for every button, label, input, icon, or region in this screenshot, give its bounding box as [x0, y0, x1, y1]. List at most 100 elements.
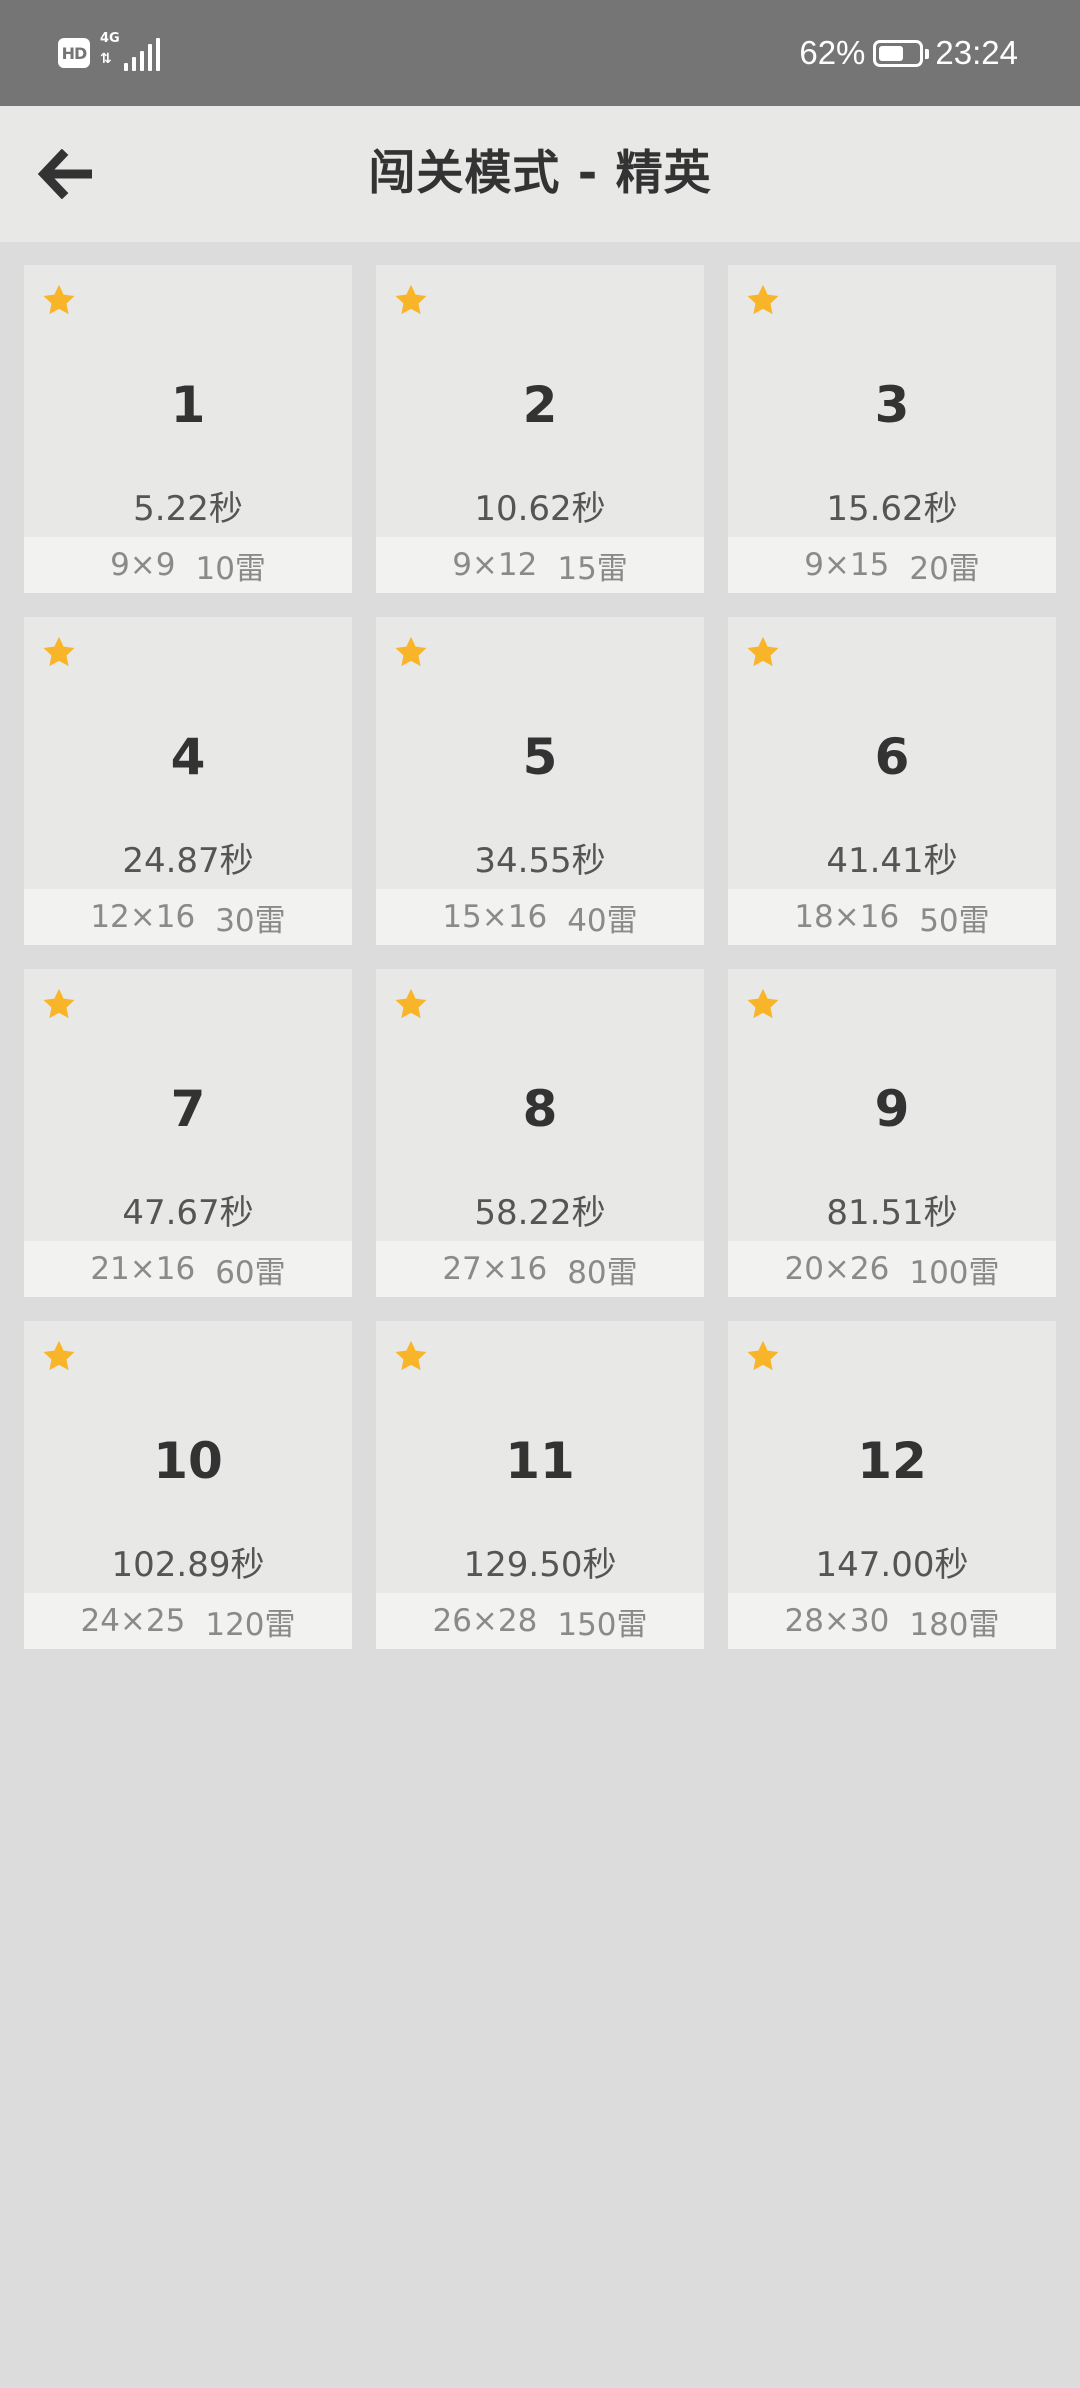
level-card[interactable]: 2 10.62秒 9×12 15雷 [376, 265, 704, 593]
board-size: 18×16 [794, 899, 900, 935]
level-number: 11 [505, 1432, 575, 1490]
board-size: 20×26 [784, 1251, 890, 1287]
board-size: 27×16 [442, 1251, 548, 1287]
level-number: 7 [170, 1080, 206, 1138]
battery-tip [925, 48, 930, 59]
board-size: 9×15 [804, 547, 890, 583]
mine-count: 120雷 [205, 1606, 296, 1643]
level-card[interactable]: 3 15.62秒 9×15 20雷 [728, 265, 1056, 593]
level-number: 1 [170, 376, 206, 434]
battery-percentage: 62% [799, 34, 866, 71]
level-spec: 21×16 60雷 [24, 1241, 352, 1297]
star-icon [395, 988, 427, 1019]
board-size: 9×9 [110, 547, 176, 583]
mine-count: 150雷 [557, 1606, 648, 1643]
mine-count: 80雷 [567, 1254, 638, 1291]
mine-count: 15雷 [557, 550, 628, 587]
level-number: 2 [522, 376, 558, 434]
best-time: 102.89秒 [111, 1545, 265, 1585]
clock: 23:24 [935, 34, 1018, 71]
back-button[interactable] [28, 136, 104, 212]
best-time: 5.22秒 [133, 489, 243, 529]
level-card[interactable]: 7 47.67秒 21×16 60雷 [24, 969, 352, 1297]
level-card[interactable]: 4 24.87秒 12×16 30雷 [24, 617, 352, 945]
level-number: 8 [522, 1080, 558, 1138]
level-spec: 27×16 80雷 [376, 1241, 704, 1297]
best-time: 10.62秒 [474, 489, 606, 529]
hd-badge: HD [58, 38, 90, 68]
star-icon [395, 1340, 427, 1371]
board-size: 24×25 [80, 1603, 186, 1639]
level-card[interactable]: 6 41.41秒 18×16 50雷 [728, 617, 1056, 945]
mine-count: 50雷 [919, 902, 990, 939]
star-icon [43, 988, 75, 1019]
level-spec: 9×12 15雷 [376, 537, 704, 593]
level-card[interactable]: 12 147.00秒 28×30 180雷 [728, 1321, 1056, 1649]
status-bar: HD 4G ⇅ 62% 23:24 [0, 0, 1080, 106]
star-icon [747, 636, 779, 667]
best-time: 147.00秒 [815, 1545, 969, 1585]
star-icon [43, 284, 75, 315]
level-card[interactable]: 10 102.89秒 24×25 120雷 [24, 1321, 352, 1649]
level-card[interactable]: 5 34.55秒 15×16 40雷 [376, 617, 704, 945]
mine-count: 30雷 [215, 902, 286, 939]
board-size: 15×16 [442, 899, 548, 935]
battery-fill [879, 45, 904, 61]
best-time: 24.87秒 [122, 841, 254, 881]
battery-icon [873, 39, 930, 67]
best-time: 34.55秒 [474, 841, 606, 881]
board-size: 28×30 [784, 1603, 890, 1639]
app-bar: 闯关模式 - 精英 [0, 106, 1080, 242]
mine-count: 180雷 [909, 1606, 1000, 1643]
level-number: 12 [857, 1432, 927, 1490]
level-card[interactable]: 11 129.50秒 26×28 150雷 [376, 1321, 704, 1649]
star-icon [395, 284, 427, 315]
star-icon [747, 1340, 779, 1371]
level-spec: 18×16 50雷 [728, 889, 1056, 945]
mine-count: 10雷 [195, 550, 266, 587]
page-title: 闯关模式 - 精英 [368, 146, 712, 201]
level-spec: 28×30 180雷 [728, 1593, 1056, 1649]
star-icon [43, 636, 75, 667]
best-time: 47.67秒 [122, 1193, 254, 1233]
best-time: 41.41秒 [826, 841, 958, 881]
best-time: 15.62秒 [826, 489, 958, 529]
level-number: 6 [874, 728, 910, 786]
best-time: 81.51秒 [826, 1193, 958, 1233]
board-size: 21×16 [90, 1251, 196, 1287]
signal-strength-icon [124, 38, 160, 71]
board-size: 26×28 [432, 1603, 538, 1639]
level-number: 9 [874, 1080, 910, 1138]
level-grid: 1 5.22秒 9×9 10雷 2 10.62秒 9×12 15雷 3 15.62秒 9×15 20雷… [24, 265, 1056, 1649]
level-spec: 9×15 20雷 [728, 537, 1056, 593]
level-number: 3 [874, 376, 910, 434]
mine-count: 20雷 [909, 550, 980, 587]
star-icon [43, 1340, 75, 1371]
mine-count: 40雷 [567, 902, 638, 939]
level-card[interactable]: 8 58.22秒 27×16 80雷 [376, 969, 704, 1297]
star-icon [747, 988, 779, 1019]
star-icon [747, 284, 779, 315]
data-activity-icon: ⇅ [100, 51, 112, 67]
level-spec: 24×25 120雷 [24, 1593, 352, 1649]
level-card[interactable]: 1 5.22秒 9×9 10雷 [24, 265, 352, 593]
network-indicator: 4G ⇅ [100, 31, 162, 73]
star-icon [395, 636, 427, 667]
mine-count: 100雷 [909, 1254, 1000, 1291]
level-spec: 26×28 150雷 [376, 1593, 704, 1649]
level-number: 10 [153, 1432, 223, 1490]
level-spec: 12×16 30雷 [24, 889, 352, 945]
arrow-left-icon [37, 149, 92, 199]
level-spec: 20×26 100雷 [728, 1241, 1056, 1297]
best-time: 129.50秒 [463, 1545, 617, 1585]
level-number: 5 [522, 728, 558, 786]
level-card[interactable]: 9 81.51秒 20×26 100雷 [728, 969, 1056, 1297]
board-size: 9×12 [452, 547, 538, 583]
board-size: 12×16 [90, 899, 196, 935]
level-number: 4 [170, 728, 206, 786]
best-time: 58.22秒 [474, 1193, 606, 1233]
network-type-label: 4G [100, 31, 120, 46]
mine-count: 60雷 [215, 1254, 286, 1291]
level-spec: 9×9 10雷 [24, 537, 352, 593]
level-spec: 15×16 40雷 [376, 889, 704, 945]
